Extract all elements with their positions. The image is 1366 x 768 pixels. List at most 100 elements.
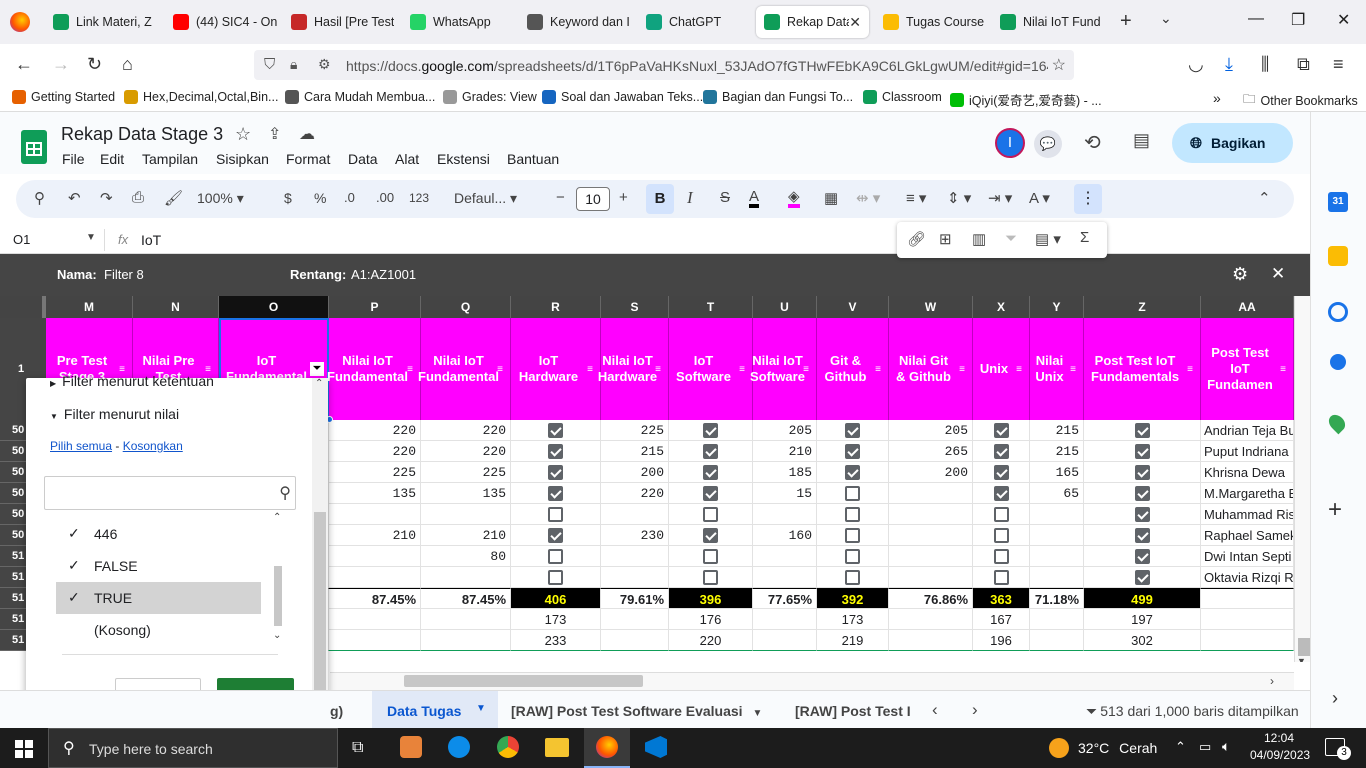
menu-item[interactable]: Sisipkan bbox=[216, 151, 269, 167]
column-header-w[interactable]: W bbox=[889, 296, 973, 318]
cell-s[interactable] bbox=[601, 630, 669, 651]
total-v[interactable]: 392 bbox=[817, 588, 889, 609]
maps-icon[interactable] bbox=[1325, 411, 1349, 435]
filter-icon[interactable]: ≡ bbox=[872, 362, 884, 375]
header-cell-q[interactable]: Nilai IoT Fundamental ≡ bbox=[418, 318, 511, 420]
checkbox-checked[interactable] bbox=[703, 464, 718, 480]
cell-r[interactable] bbox=[511, 462, 601, 483]
browser-tab[interactable]: WhatsApp bbox=[402, 6, 512, 38]
cell-y[interactable] bbox=[1030, 525, 1084, 546]
checkbox-checked[interactable] bbox=[1134, 506, 1150, 522]
browser-tab[interactable]: Link Materi, Z bbox=[45, 6, 157, 38]
checkbox-checked[interactable] bbox=[1134, 485, 1150, 501]
checkbox-checked[interactable] bbox=[703, 485, 718, 501]
filter-icon[interactable]: ≡ bbox=[736, 362, 748, 375]
column-header-p[interactable]: P bbox=[329, 296, 421, 318]
filter-value-option[interactable]: (Kosong) bbox=[56, 614, 261, 646]
header-cell-r[interactable]: IoT Hardware ≡ bbox=[511, 318, 601, 420]
cell-t[interactable] bbox=[669, 462, 753, 483]
close-tab-icon[interactable]: ✕ bbox=[849, 14, 861, 31]
cell-q[interactable]: 220 bbox=[421, 441, 511, 462]
menu-item[interactable]: Ekstensi bbox=[437, 151, 490, 167]
cell-q[interactable]: 220 bbox=[421, 420, 511, 441]
cell-t[interactable] bbox=[669, 546, 753, 567]
checkbox-unchecked[interactable] bbox=[845, 569, 860, 585]
filter-icon[interactable]: ≡ bbox=[652, 362, 664, 375]
cell-w[interactable] bbox=[889, 483, 973, 504]
filter-by-condition[interactable]: ▶ Filter menurut ketentuan bbox=[50, 373, 214, 389]
cell-aa[interactable]: Oktavia Rizqi R bbox=[1201, 567, 1294, 588]
next-sheet-icon[interactable]: › bbox=[972, 700, 978, 720]
cell-z[interactable] bbox=[1084, 567, 1201, 588]
cell-x[interactable] bbox=[973, 462, 1030, 483]
cell-w[interactable] bbox=[889, 567, 973, 588]
cell-y[interactable] bbox=[1030, 567, 1084, 588]
forward-icon[interactable]: → bbox=[52, 54, 70, 75]
avatar[interactable]: I bbox=[995, 128, 1025, 158]
bold-button[interactable]: B bbox=[646, 184, 674, 214]
insert-chart-icon[interactable]: ▥ bbox=[972, 230, 986, 248]
cell-r[interactable] bbox=[511, 441, 601, 462]
total-p[interactable]: 87.45% bbox=[329, 588, 421, 609]
filter-by-value[interactable]: ▼ Filter menurut nilai bbox=[50, 406, 179, 422]
cell-aa[interactable]: Dwi Intan Septi bbox=[1201, 546, 1294, 567]
checkbox-checked[interactable] bbox=[1134, 527, 1150, 543]
meet-icon[interactable]: 💬 bbox=[1034, 130, 1062, 158]
redo-icon[interactable]: ↷ bbox=[100, 189, 113, 207]
header-cell-y[interactable]: Nilai Unix ≡ bbox=[1030, 318, 1084, 420]
values-scroll-thumb[interactable] bbox=[274, 566, 282, 626]
summary-z[interactable]: 197 bbox=[1084, 609, 1201, 630]
checkbox-unchecked[interactable] bbox=[845, 548, 860, 564]
sheet-tab-partial[interactable]: g) bbox=[330, 703, 343, 719]
cell-w[interactable]: 200 bbox=[889, 462, 973, 483]
cell-q[interactable] bbox=[421, 630, 511, 651]
popup-scroll-up-icon[interactable]: ⌃ bbox=[315, 378, 323, 389]
checkbox-unchecked[interactable] bbox=[548, 506, 563, 522]
edge-icon[interactable] bbox=[448, 736, 470, 758]
sheet-tab2-menu-icon[interactable]: ▼ bbox=[752, 708, 762, 719]
cell-aa[interactable]: Raphael Samek bbox=[1201, 525, 1294, 546]
formula-input[interactable]: IoT bbox=[141, 232, 161, 248]
checkbox-unchecked[interactable] bbox=[993, 569, 1009, 585]
header-cell-aa[interactable]: Post Test IoT Fundamen ≡ bbox=[1201, 318, 1294, 420]
cell-u[interactable]: 210 bbox=[753, 441, 817, 462]
summary-t[interactable]: 176 bbox=[669, 609, 753, 630]
checkbox-unchecked[interactable] bbox=[845, 485, 860, 501]
sheet-tab-menu-icon[interactable]: ▼ bbox=[476, 703, 486, 714]
sheets-logo-icon[interactable] bbox=[21, 130, 47, 164]
cell-v[interactable] bbox=[817, 420, 889, 441]
total-u[interactable]: 77.65% bbox=[753, 588, 817, 609]
text-color-button[interactable]: A bbox=[749, 189, 760, 208]
back-icon[interactable]: ← bbox=[15, 54, 33, 75]
checkbox-checked[interactable] bbox=[548, 527, 563, 543]
filter-icon[interactable]: ≡ bbox=[1013, 362, 1025, 375]
name-box[interactable]: O1 bbox=[13, 232, 30, 247]
cell-v[interactable] bbox=[817, 504, 889, 525]
bookmark-item[interactable]: Grades: View bbox=[443, 90, 537, 104]
cell-x[interactable] bbox=[973, 420, 1030, 441]
cell-w[interactable]: 265 bbox=[889, 441, 973, 462]
font-size-increase-icon[interactable]: + bbox=[619, 189, 628, 206]
cell-t[interactable] bbox=[669, 441, 753, 462]
cell-aa[interactable]: Puput Indriana bbox=[1201, 441, 1294, 462]
cell-w[interactable]: 205 bbox=[889, 420, 973, 441]
browser-tab[interactable]: Tugas Course bbox=[875, 6, 987, 38]
cell-aa[interactable] bbox=[1201, 630, 1294, 651]
undo-icon[interactable]: ↶ bbox=[68, 189, 81, 207]
cell-v[interactable] bbox=[817, 525, 889, 546]
text-rotation-icon[interactable]: A ▾ bbox=[1029, 189, 1050, 207]
popup-scrollbar[interactable]: ⌃ bbox=[312, 378, 328, 726]
cell-y[interactable] bbox=[1030, 504, 1084, 525]
cell-v[interactable] bbox=[817, 483, 889, 504]
checkbox-unchecked[interactable] bbox=[703, 506, 718, 522]
cell-y[interactable] bbox=[1030, 630, 1084, 651]
cell-z[interactable] bbox=[1084, 462, 1201, 483]
cell-r[interactable] bbox=[511, 420, 601, 441]
cell-s[interactable]: 230 bbox=[601, 525, 669, 546]
print-icon[interactable]: ⎙ bbox=[132, 189, 144, 206]
vscode-icon[interactable] bbox=[645, 736, 667, 758]
insert-comment-icon[interactable]: ⊞ bbox=[939, 230, 952, 248]
filter-range-value[interactable]: A1:AZ1001 bbox=[351, 267, 416, 282]
scroll-down-icon[interactable]: ▼ bbox=[1297, 656, 1306, 662]
checkbox-unchecked[interactable] bbox=[993, 548, 1009, 564]
